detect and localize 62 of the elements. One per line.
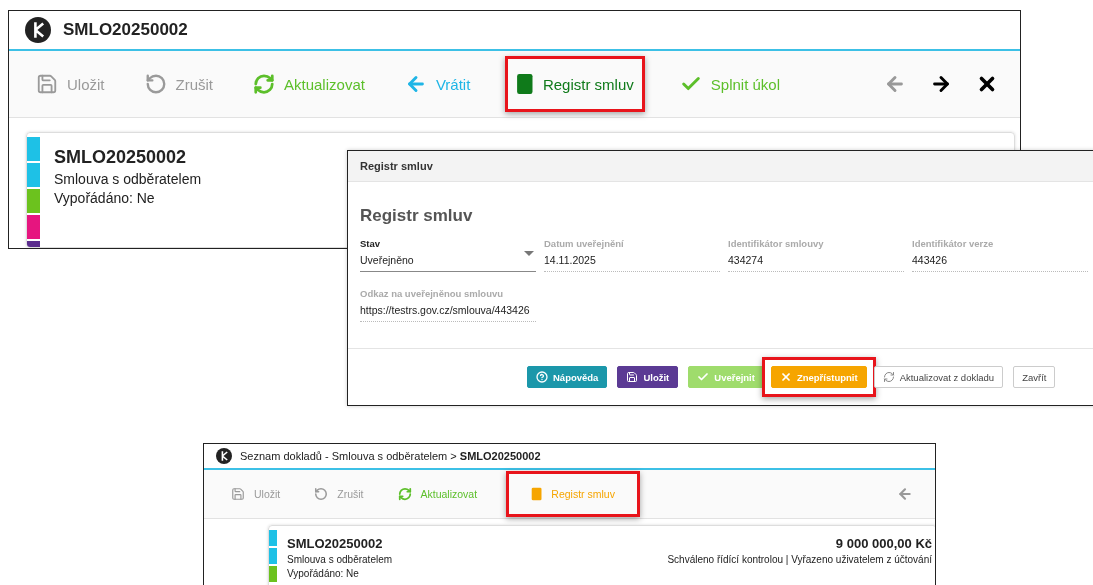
field-label: Stav bbox=[360, 238, 382, 249]
undo-icon bbox=[314, 487, 329, 501]
status-select[interactable]: Stav Uveřejněno bbox=[360, 238, 536, 272]
document-number: SMLO20250002 bbox=[54, 147, 187, 168]
save-icon bbox=[36, 73, 58, 95]
toolbar-button[interactable]: Zrušit bbox=[142, 69, 215, 99]
toolbar-button[interactable]: Aktualizovat bbox=[251, 69, 367, 99]
help-icon bbox=[536, 371, 548, 383]
book-icon bbox=[516, 73, 534, 95]
previous-button[interactable] bbox=[884, 73, 906, 95]
field-label: Identifikátor verze bbox=[912, 238, 995, 249]
input-field[interactable]: Datum uveřejnění 14.11.2025 bbox=[544, 238, 720, 272]
toolbar-button[interactable]: Uložit bbox=[34, 69, 107, 99]
field-value: https://testrs.gov.cz/smlouva/443426 bbox=[360, 304, 531, 316]
book-icon bbox=[531, 487, 543, 501]
next-button[interactable] bbox=[930, 73, 952, 95]
dialog-title: Registr smluv bbox=[360, 206, 474, 226]
save-icon bbox=[231, 487, 245, 501]
breadcrumb: Seznam dokladů - Smlouva s odběratelem > SMLO20250002 bbox=[240, 450, 541, 462]
settlement-status: Vypořádáno: Ne bbox=[54, 190, 155, 206]
toolbar-button[interactable]: Registr smluv bbox=[529, 483, 617, 505]
toolbar-button[interactable]: Vrátit bbox=[402, 69, 473, 99]
field-value: 14.11.2025 bbox=[544, 254, 597, 266]
field-value: Uveřejněno bbox=[360, 254, 415, 266]
caret-icon bbox=[524, 251, 534, 256]
toolbar-button[interactable]: Aktualizovat bbox=[395, 483, 480, 505]
field-value: 434274 bbox=[728, 254, 765, 266]
input-field[interactable]: Identifikátor smlouvy 434274 bbox=[728, 238, 904, 272]
undo-icon bbox=[144, 73, 167, 95]
field-label: Identifikátor smlouvy bbox=[728, 238, 825, 249]
dialog-button[interactable]: Aktualizovat z dokladu bbox=[873, 366, 1004, 388]
previous-button[interactable] bbox=[897, 486, 913, 502]
refresh-icon bbox=[882, 371, 895, 383]
dialog-button[interactable]: Uveřejnit bbox=[688, 366, 764, 388]
approval-status: Schváleno řídící kontrolou | Vyřazeno uživatelem z účtování bbox=[667, 554, 932, 565]
toolbar-button[interactable]: Registr smluv bbox=[514, 69, 636, 99]
save-icon bbox=[626, 371, 639, 383]
dialog-button[interactable]: Nápověda bbox=[527, 366, 608, 388]
field-label: Datum uveřejnění bbox=[544, 238, 625, 249]
settlement-status: Vypořádáno: Ne bbox=[287, 568, 359, 579]
refresh-icon bbox=[397, 487, 412, 501]
dialog-button[interactable]: Zavřít bbox=[1013, 366, 1056, 388]
dialog-header: Registr smluv bbox=[348, 151, 1093, 182]
logo-icon bbox=[25, 17, 51, 43]
input-field[interactable]: Identifikátor verze 443426 bbox=[912, 238, 1088, 272]
dialog-button[interactable]: Znepřístupnit bbox=[770, 366, 867, 388]
refresh-icon bbox=[253, 73, 275, 95]
window-title: SMLO20250002 bbox=[63, 20, 188, 40]
document-type: Smlouva s odběratelem bbox=[287, 554, 393, 565]
amount: 9 000 000,00 Kč bbox=[835, 536, 932, 551]
toolbar-button[interactable]: Uložit bbox=[229, 483, 283, 505]
field-label: Odkaz na uveřejněnou smlouvu bbox=[360, 288, 505, 299]
toolbar-button[interactable]: Zrušit bbox=[312, 483, 366, 505]
logo-icon bbox=[216, 448, 232, 464]
dialog-button[interactable]: Uložit bbox=[617, 366, 679, 388]
input-field[interactable]: Odkaz na uveřejněnou smlouvu https://testrs.gov.cz/smlouva/443426 bbox=[360, 288, 536, 322]
document-type: Smlouva s odběratelem bbox=[54, 171, 202, 187]
check-icon bbox=[697, 371, 710, 383]
document-number: SMLO20250002 bbox=[287, 536, 383, 551]
toolbar-button[interactable]: Splnit úkol bbox=[677, 69, 782, 99]
close-icon bbox=[779, 371, 792, 383]
field-value: 443426 bbox=[912, 254, 949, 266]
